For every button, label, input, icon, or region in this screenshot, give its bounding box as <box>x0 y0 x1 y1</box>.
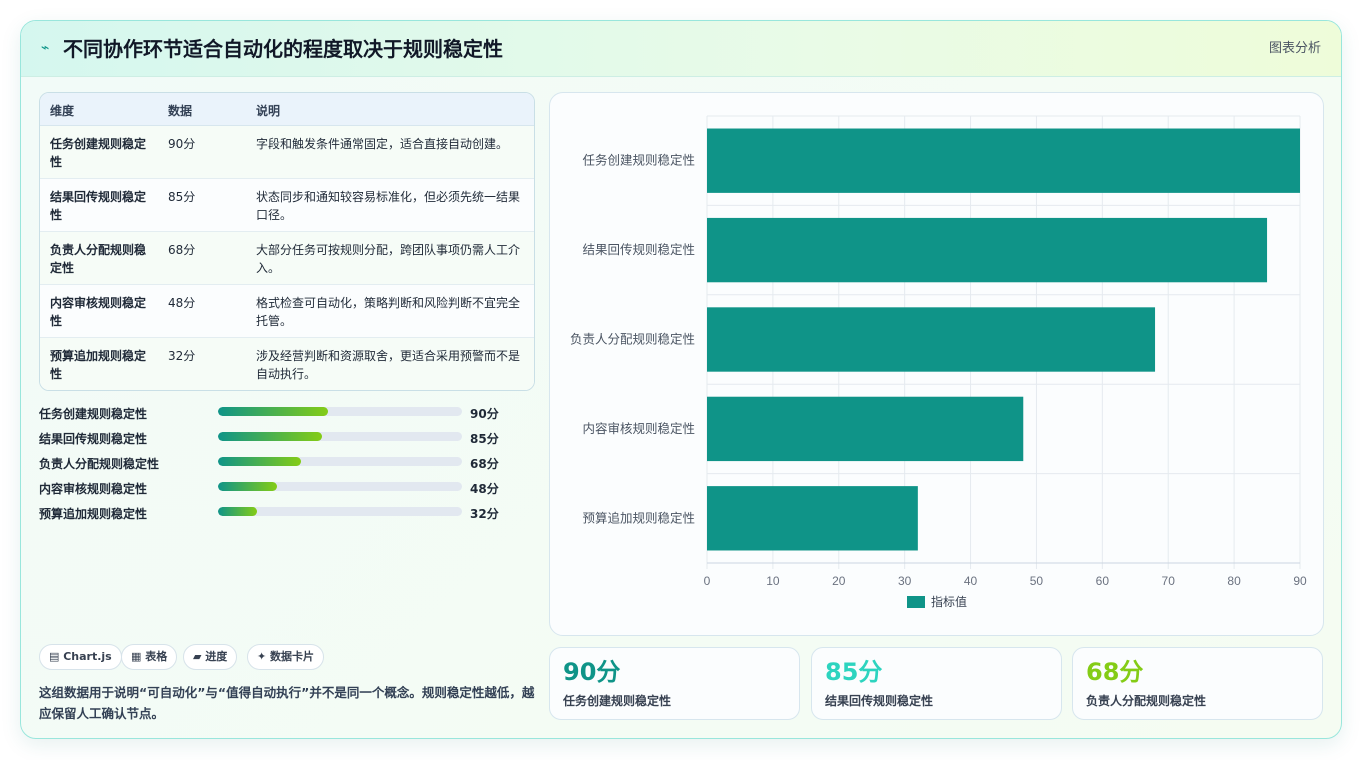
table-row: 预算追加规则稳定性 32分 涉及经营判断和资源取舍，更适合采用预警而不是自动执行… <box>40 338 534 390</box>
bar <box>707 307 1156 372</box>
footnote: 这组数据用于说明“可自动化”与“值得自动执行”并不是同一个概念。规则稳定性越低，… <box>39 685 535 721</box>
progress-value: 85分 <box>470 432 499 446</box>
bar <box>707 217 1268 283</box>
x-tick-label: 0 <box>704 574 711 588</box>
progress-track <box>218 507 462 516</box>
x-tick-label: 80 <box>1227 574 1241 588</box>
progress-label: 任务创建规则稳定性 <box>39 407 148 421</box>
table-row: 结果回传规则稳定性 85分 状态同步和通知较容易标准化，但必须先统一结果口径。 <box>40 179 534 232</box>
kpi-row: 90分 任务创建规则稳定性 85分 结果回传规则稳定性 68分 负责人分配规则稳… <box>549 647 1324 720</box>
kpi-card: 85分 结果回传规则稳定性 <box>811 647 1062 720</box>
progress-fill <box>218 432 322 441</box>
kpi-value: 68分 <box>1086 658 1144 686</box>
progress-value: 48分 <box>470 482 499 496</box>
tag-data-card[interactable]: ✦ 数据卡片 <box>247 644 325 670</box>
row-description: 涉及经营判断和资源取舍，更适合采用预警而不是自动执行。 <box>256 349 521 381</box>
progress-label: 负责人分配规则稳定性 <box>39 457 160 471</box>
row-value: 48分 <box>168 296 196 310</box>
row-value: 32分 <box>168 349 196 363</box>
y-tick-label: 负责人分配规则稳定性 <box>570 332 695 347</box>
progress-label: 预算追加规则稳定性 <box>39 507 148 521</box>
progress-track <box>218 457 462 466</box>
progress-row: 内容审核规则稳定性 48分 <box>39 477 535 502</box>
bar-chart: 0 10 20 30 40 50 60 70 80 90 任务创建规则稳定性结果回传规则稳定性负责人… <box>570 115 1307 609</box>
progress-fill <box>218 407 328 416</box>
progress-list: 任务创建规则稳定性 90分 结果回传规则稳定性 85分 负责人分配规则稳定性 6… <box>39 402 535 527</box>
kpi-label: 任务创建规则稳定性 <box>563 694 672 708</box>
progress-track <box>218 432 462 441</box>
x-tick-label: 30 <box>898 574 912 588</box>
kpi-card: 68分 负责人分配规则稳定性 <box>1072 647 1323 720</box>
tag-chartjs[interactable]: ▤ Chart.js <box>39 644 122 670</box>
table-row: 负责人分配规则稳定性 68分 大部分任务可按规则分配，跨团队事项仍需人工介入。 <box>40 232 534 285</box>
y-tick-label: 结果回传规则稳定性 <box>582 242 695 257</box>
x-tick-label: 90 <box>1293 574 1307 588</box>
bar <box>707 396 1024 462</box>
row-dimension: 负责人分配规则稳定性 <box>50 243 147 275</box>
progress-value: 32分 <box>470 507 499 521</box>
legend-swatch <box>907 596 925 608</box>
progress-fill <box>218 507 258 516</box>
x-tick-label: 50 <box>1030 574 1044 588</box>
table-row: 内容审核规则稳定性 48分 格式检查可自动化，策略判断和风险判断不宜完全托管。 <box>40 285 534 338</box>
legend-label: 指标值 <box>931 594 967 609</box>
row-value: 85分 <box>168 190 196 204</box>
page-title: 不同协作环节适合自动化的程度取决于规则稳定性 <box>63 37 503 61</box>
bar <box>707 128 1300 193</box>
x-tick-label: 20 <box>832 574 846 588</box>
progress-label: 结果回传规则稳定性 <box>39 432 148 446</box>
lightning-icon: ⌁ <box>41 40 50 56</box>
bar <box>707 486 918 551</box>
row-value: 68分 <box>168 243 196 257</box>
x-tick-label: 70 <box>1162 574 1176 588</box>
kpi-value: 85分 <box>825 658 883 686</box>
row-value: 90分 <box>168 137 196 151</box>
x-tick-label: 40 <box>964 574 978 588</box>
kpi-label: 结果回传规则稳定性 <box>825 694 934 708</box>
table-header: 维度 数据 说明 <box>40 93 534 126</box>
row-description: 状态同步和通知较容易标准化，但必须先统一结果口径。 <box>256 190 521 222</box>
column-header-description: 说明 <box>256 104 281 118</box>
kpi-card: 90分 任务创建规则稳定性 <box>549 647 800 720</box>
progress-track <box>218 482 462 491</box>
x-tick-label: 10 <box>766 574 780 588</box>
row-dimension: 内容审核规则稳定性 <box>50 296 147 328</box>
tag-table[interactable]: ▦ 表格 <box>121 644 178 670</box>
chart-panel: 0 10 20 30 40 50 60 70 80 90 任务创建规则稳定性 结果回传规则稳定性负责人… <box>549 92 1324 636</box>
data-table: 维度 数据 说明 任务创建规则稳定性 90分 字段和触发条件通常固定，适合直接自… <box>39 92 535 391</box>
column-header-dimension: 维度 <box>50 104 75 118</box>
row-dimension: 预算追加规则稳定性 <box>50 349 147 381</box>
progress-fill <box>218 457 301 466</box>
table-row: 任务创建规则稳定性 90分 字段和触发条件通常固定，适合直接自动创建。 <box>40 126 534 179</box>
chart-analysis-label: 图表分析 <box>1268 41 1321 56</box>
y-tick-label: 内容审核规则稳定性 <box>582 421 695 436</box>
kpi-label: 负责人分配规则稳定性 <box>1086 694 1207 708</box>
row-description: 格式检查可自动化，策略判断和风险判断不宜完全托管。 <box>256 296 521 328</box>
progress-row: 任务创建规则稳定性 90分 <box>39 402 535 427</box>
x-tick-label: 60 <box>1096 574 1110 588</box>
progress-track <box>218 407 462 416</box>
row-description: 大部分任务可按规则分配，跨团队事项仍需人工介入。 <box>256 243 521 275</box>
progress-row: 负责人分配规则稳定性 68分 <box>39 452 535 477</box>
y-tick-label: 任务创建规则稳定性 <box>582 153 695 168</box>
row-description: 字段和触发条件通常固定，适合直接自动创建。 <box>256 137 509 151</box>
progress-fill <box>218 482 277 491</box>
progress-row: 结果回传规则稳定性 85分 <box>39 427 535 452</box>
kpi-value: 90分 <box>563 658 621 686</box>
progress-label: 内容审核规则稳定性 <box>39 482 148 496</box>
row-dimension: 任务创建规则稳定性 <box>50 137 147 169</box>
progress-row: 预算追加规则稳定性 32分 <box>39 502 535 527</box>
header: ⌁ 不同协作环节适合自动化的程度取决于规则稳定性 图表分析 <box>21 21 1341 77</box>
progress-value: 90分 <box>470 407 499 421</box>
row-dimension: 结果回传规则稳定性 <box>50 190 147 222</box>
y-tick-label: 预算追加规则稳定性 <box>582 510 695 525</box>
progress-value: 68分 <box>470 457 499 471</box>
column-header-data: 数据 <box>168 104 193 118</box>
tag-progress[interactable]: ▰ 进度 <box>183 644 238 670</box>
